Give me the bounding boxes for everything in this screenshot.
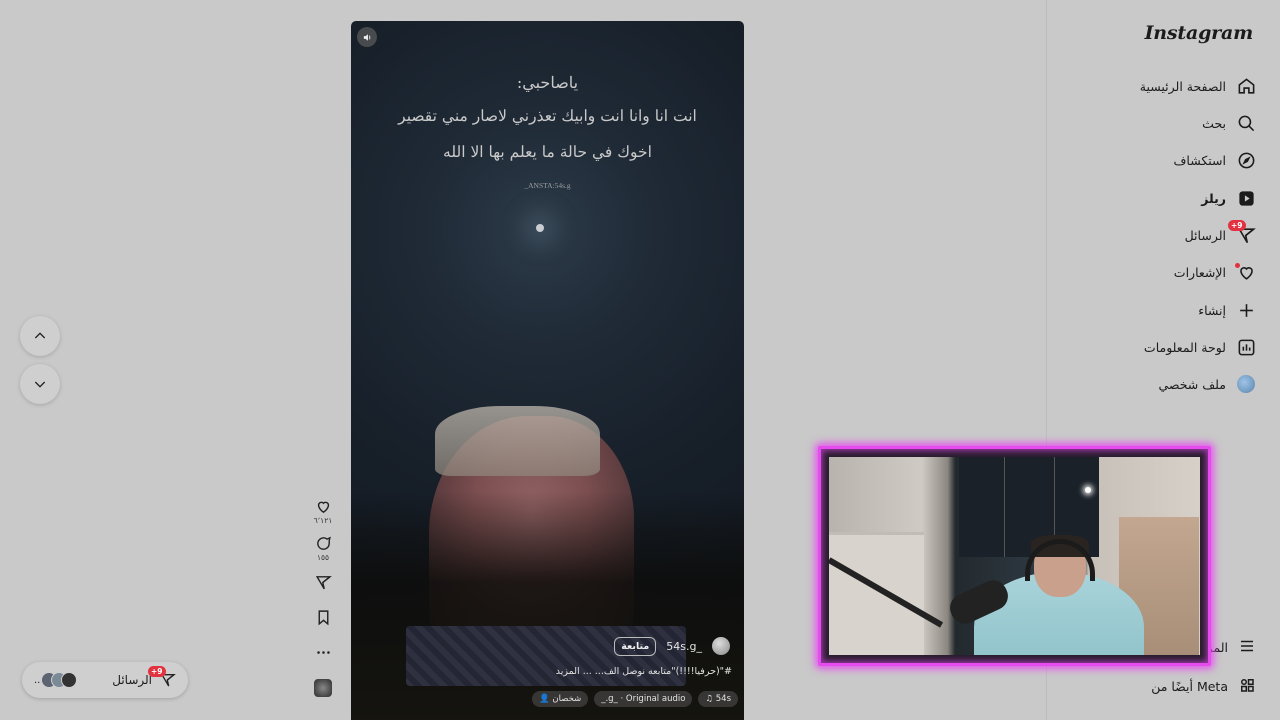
sidebar-item-create[interactable]: إنشاء xyxy=(1198,296,1256,324)
like-count: ٦٬١٢١ xyxy=(313,516,333,525)
moon-graphic xyxy=(536,224,544,232)
audio-user-label: 54s xyxy=(715,694,731,704)
messages-bubble[interactable]: +9 الرسائل ... xyxy=(22,662,188,698)
webcam-overlay xyxy=(818,446,1211,666)
plus-icon xyxy=(1236,300,1256,320)
audio-user-chip[interactable]: ♫ 54s xyxy=(698,691,738,707)
sidebar-item-dashboard[interactable]: لوحة المعلومات xyxy=(1144,333,1256,361)
author-avatar[interactable] xyxy=(712,637,730,655)
sidebar-item-profile[interactable]: ملف شخصي xyxy=(1158,370,1256,398)
reel-actions: ٦٬١٢١ ١٥٥ xyxy=(311,498,335,697)
sidebar-item-home[interactable]: الصفحة الرئيسية xyxy=(1140,72,1256,100)
sidebar-item-label: إنشاء xyxy=(1198,302,1226,318)
messages-bubble-badge: +9 xyxy=(148,666,166,677)
compass-icon xyxy=(1236,150,1256,170)
audio-thumbnail-image xyxy=(314,679,332,697)
sidebar-item-label: بحث xyxy=(1202,115,1226,131)
messages-badge: +9 xyxy=(1228,220,1246,231)
share-button[interactable] xyxy=(315,574,332,591)
comment-button[interactable]: ١٥٥ xyxy=(315,535,332,562)
reels-icon xyxy=(1236,188,1256,208)
webcam-feed xyxy=(829,457,1200,655)
sidebar-item-explore[interactable]: استكشاف xyxy=(1173,146,1256,174)
apps-icon xyxy=(1238,676,1256,697)
reel-video[interactable]: ياصاحبي: انت انا وانا انت وابيك تعذرني ل… xyxy=(351,21,744,720)
sidebar-item-reels[interactable]: ريلز xyxy=(1201,184,1256,212)
profile-avatar-image xyxy=(1237,375,1255,393)
messages-bubble-label: الرسائل xyxy=(112,673,152,687)
sidebar-item-search[interactable]: بحث xyxy=(1202,109,1256,137)
home-icon xyxy=(1236,76,1256,96)
sidebar-item-meta[interactable]: أيضًا من Meta xyxy=(1151,676,1256,697)
notification-dot xyxy=(1235,263,1240,268)
sidebar-item-label: ريلز xyxy=(1201,190,1226,206)
more-options-button[interactable] xyxy=(315,644,332,661)
previous-reel-button[interactable] xyxy=(20,316,60,356)
comment-icon xyxy=(316,536,331,550)
reel-caption[interactable]: #"(حرفيا!!!!)"متابعه نوصل الف... ... الم… xyxy=(556,666,732,677)
avatar xyxy=(1236,374,1256,394)
sidebar-item-label: الإشعارات xyxy=(1173,264,1226,280)
heart-icon xyxy=(317,501,329,514)
chevron-up-icon xyxy=(34,332,46,339)
person-icon: 👤 xyxy=(539,694,550,704)
cam-window-pane xyxy=(1004,457,1005,557)
audio-thumbnail[interactable] xyxy=(314,679,332,697)
reel-meta-chips: ♫ 54s _.g_ · Original audio 👤 شخصان xyxy=(513,689,738,709)
sidebar-item-label: الرسائل xyxy=(1184,227,1226,243)
headwrap-graphic xyxy=(435,406,600,476)
original-audio-chip[interactable]: _.g_ · Original audio xyxy=(594,691,693,707)
dashboard-icon xyxy=(1236,337,1256,357)
quote-line-3: اخوك في حالة ما يعلم بها الا الله xyxy=(443,143,652,161)
conversation-avatars: ... xyxy=(34,672,77,688)
reel-author: 54s.g_ متابعة xyxy=(614,635,730,657)
more-dots-icon xyxy=(316,651,330,654)
sidebar-item-label: الصفحة الرئيسية xyxy=(1139,78,1226,94)
sidebar-item-messages[interactable]: +9 الرسائل xyxy=(1184,220,1256,249)
cam-light xyxy=(1085,487,1091,493)
tagged-people-chip[interactable]: 👤 شخصان xyxy=(532,691,589,707)
chevron-down-icon xyxy=(34,381,46,388)
send-icon xyxy=(315,576,332,590)
menu-icon xyxy=(1238,637,1256,658)
search-icon xyxy=(1236,113,1256,133)
sidebar-item-notifications[interactable]: الإشعارات xyxy=(1174,258,1256,286)
instagram-logo[interactable]: Instagram xyxy=(1145,22,1254,44)
sidebar-item-label: استكشاف xyxy=(1173,152,1226,168)
sidebar-item-label: أيضًا من Meta xyxy=(1151,679,1228,694)
comment-count: ١٥٥ xyxy=(316,553,330,562)
bookmark-icon xyxy=(318,610,328,626)
sidebar-item-label: ملف شخصي xyxy=(1158,376,1226,392)
sidebar-item-label: لوحة المعلومات xyxy=(1143,339,1226,355)
messages-icon: +9 xyxy=(1228,220,1256,245)
save-button[interactable] xyxy=(315,609,332,626)
sound-toggle-button[interactable] xyxy=(357,27,377,47)
like-button[interactable]: ٦٬١٢١ xyxy=(313,498,333,525)
quote-signature: ANSTA:54s.g_ xyxy=(524,181,571,190)
quote-line-1: ياصاحبي: xyxy=(516,73,579,92)
avatar xyxy=(60,672,77,688)
messages-bubble-icon-wrap: +9 xyxy=(148,666,176,688)
quote-line-2: انت انا وانا انت وابيك تعذرني لاصار مني … xyxy=(398,107,697,125)
tagged-people-label: شخصان xyxy=(552,694,582,704)
cam-shelf xyxy=(829,532,924,655)
heart-icon xyxy=(1235,262,1256,282)
author-username[interactable]: 54s.g_ xyxy=(666,640,702,653)
speaker-icon xyxy=(363,33,370,41)
next-reel-button[interactable] xyxy=(20,364,60,404)
follow-button[interactable]: متابعة xyxy=(614,636,657,656)
